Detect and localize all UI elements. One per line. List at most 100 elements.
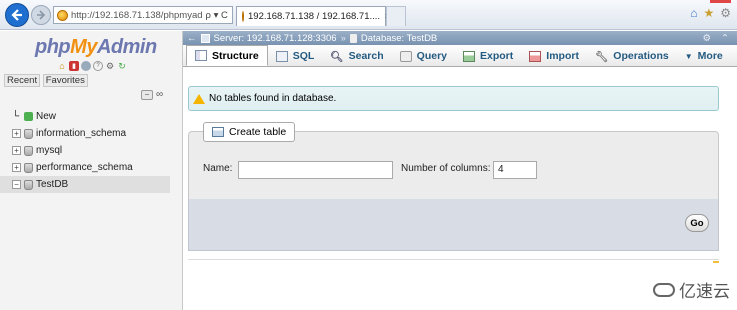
database-icon — [24, 162, 33, 173]
phpmyadmin-logo[interactable]: phpMyAdmin — [35, 36, 157, 59]
sql-query-icon[interactable] — [81, 61, 91, 71]
tree-item-label: information_schema — [36, 128, 127, 139]
create-table-form: Create table Name: Number of columns: 4 — [188, 122, 719, 201]
create-table-legend[interactable]: Create table — [203, 122, 296, 142]
favorites-star-icon[interactable]: ★ — [703, 6, 714, 20]
tab-sql[interactable]: SQL — [268, 46, 323, 66]
warning-icon — [193, 93, 205, 104]
recent-favorites: Recent Favorites — [4, 74, 88, 87]
tab-title: 192.168.71.138 / 192.168.71.... — [248, 11, 381, 22]
tree-item-testdb[interactable]: − TestDB — [0, 176, 170, 193]
gear-icon[interactable]: ⚙ — [703, 33, 712, 44]
expand-icon[interactable]: + — [12, 129, 21, 138]
recent-tab[interactable]: Recent — [4, 74, 41, 87]
watermark: 亿速云 — [653, 277, 730, 302]
watermark-text: 亿速云 — [679, 282, 730, 301]
forward-button[interactable] — [31, 5, 51, 25]
tree-controls: − ∞ — [141, 89, 163, 100]
watermark-logo-icon — [653, 282, 675, 297]
import-icon — [529, 50, 542, 62]
tab-query[interactable]: Query — [392, 46, 455, 66]
tab-label: SQL — [292, 50, 315, 62]
logo-php: php — [35, 36, 71, 58]
breadcrumb: ← Server: 192.168.71.128:3306 » Database… — [183, 31, 737, 45]
breadcrumb-server[interactable]: Server: 192.168.71.128:3306 — [214, 33, 337, 44]
go-button[interactable]: Go — [685, 214, 709, 232]
tree-item-label: New — [36, 111, 57, 122]
search-icon: 🔍︎ — [330, 50, 344, 63]
new-database-icon — [24, 112, 33, 121]
name-label: Name: — [203, 163, 233, 174]
address-bar[interactable]: http://192.168.71.138/phpmyad ρ ▾ C — [53, 6, 233, 24]
tab-label: Search — [348, 50, 384, 62]
scroll-indicator — [713, 261, 719, 263]
database-tree: └ New + information_schema + mysql + per… — [0, 108, 170, 193]
export-icon — [463, 50, 476, 62]
tree-item-new[interactable]: └ New — [12, 108, 170, 125]
tree-item-information-schema[interactable]: + information_schema — [12, 125, 170, 142]
query-icon — [399, 50, 412, 62]
tree-item-label: performance_schema — [36, 162, 133, 173]
notice-text: No tables found in database. — [209, 93, 337, 104]
wrench-icon: 🔧︎ — [594, 50, 609, 63]
tree-item-label: TestDB — [36, 179, 69, 190]
collapse-icon[interactable]: − — [12, 180, 21, 189]
tab-operations[interactable]: 🔧︎ Operations — [587, 46, 677, 66]
address-controls[interactable]: ρ ▾ C — [206, 10, 228, 21]
tab-label: Structure — [212, 49, 259, 62]
sql-icon — [275, 50, 288, 62]
tab-structure[interactable]: Structure — [186, 45, 268, 66]
notice-message: No tables found in database. — [188, 86, 719, 111]
table-add-icon — [212, 127, 224, 137]
tab-label: More — [697, 50, 723, 62]
collapse-icon[interactable]: ⌃ — [721, 33, 729, 44]
divider — [188, 259, 719, 260]
database-icon — [24, 145, 33, 156]
dropdown-arrow-icon: ▼ — [684, 51, 693, 61]
breadcrumb-back-icon[interactable]: ← — [187, 33, 197, 44]
tree-item-mysql[interactable]: + mysql — [12, 142, 170, 159]
tab-export[interactable]: Export — [455, 46, 521, 66]
server-icon — [200, 33, 210, 43]
breadcrumb-separator: » — [340, 32, 346, 44]
settings-icon[interactable]: ⚙ — [105, 61, 115, 71]
home-icon[interactable]: ⌂ — [57, 61, 67, 71]
tab-label: Operations — [613, 50, 669, 62]
form-footer: Go — [188, 199, 719, 251]
home-icon[interactable]: ⌂ — [690, 6, 697, 20]
breadcrumb-database[interactable]: Database: TestDB — [361, 33, 437, 44]
back-arrow-icon — [11, 9, 22, 21]
tab-search[interactable]: 🔍︎ Search — [322, 46, 391, 66]
database-icon — [24, 179, 33, 190]
back-button[interactable] — [5, 3, 29, 27]
forward-arrow-icon — [37, 10, 46, 20]
docs-icon[interactable]: ? — [93, 61, 103, 71]
browser-tab[interactable]: 192.168.71.138 / 192.168.71.... × — [236, 6, 390, 26]
new-tab-button[interactable] — [386, 6, 406, 26]
number-of-columns-input[interactable]: 4 — [493, 161, 537, 179]
tree-item-label: mysql — [36, 145, 63, 156]
exit-icon[interactable]: ▮ — [69, 61, 79, 71]
navigation-sidebar: phpMyAdmin ⌂ ▮ ? ⚙ ↻ Recent Favorites − … — [0, 31, 183, 310]
link-icon[interactable]: ∞ — [156, 89, 163, 100]
tree-item-performance-schema[interactable]: + performance_schema — [12, 159, 170, 176]
tab-more[interactable]: ▼ More — [677, 46, 731, 66]
logo-admin: Admin — [96, 36, 157, 58]
expand-icon[interactable]: + — [12, 163, 21, 172]
collapse-all-button[interactable]: − — [141, 89, 153, 100]
columns-label: Number of columns: — [401, 163, 491, 174]
settings-gear-icon[interactable]: ⚙ — [720, 6, 731, 20]
database-tabs: Structure SQL 🔍︎ Search Query Export Imp… — [183, 45, 737, 67]
browser-icons: ⌂ ★ ⚙ — [690, 6, 731, 20]
breadcrumb-controls: ⚙ ⌃ — [703, 33, 730, 44]
tab-label: Export — [480, 50, 514, 62]
expand-icon[interactable]: + — [12, 146, 21, 155]
database-icon — [24, 128, 33, 139]
table-name-input[interactable] — [238, 161, 393, 179]
tab-import[interactable]: Import — [521, 46, 587, 66]
favorites-tab[interactable]: Favorites — [42, 74, 88, 87]
tab-label: Query — [416, 50, 448, 62]
reload-icon[interactable]: ↻ — [117, 61, 127, 71]
address-text: http://192.168.71.138/phpmyad — [71, 9, 203, 21]
tab-favicon-icon — [242, 11, 244, 22]
